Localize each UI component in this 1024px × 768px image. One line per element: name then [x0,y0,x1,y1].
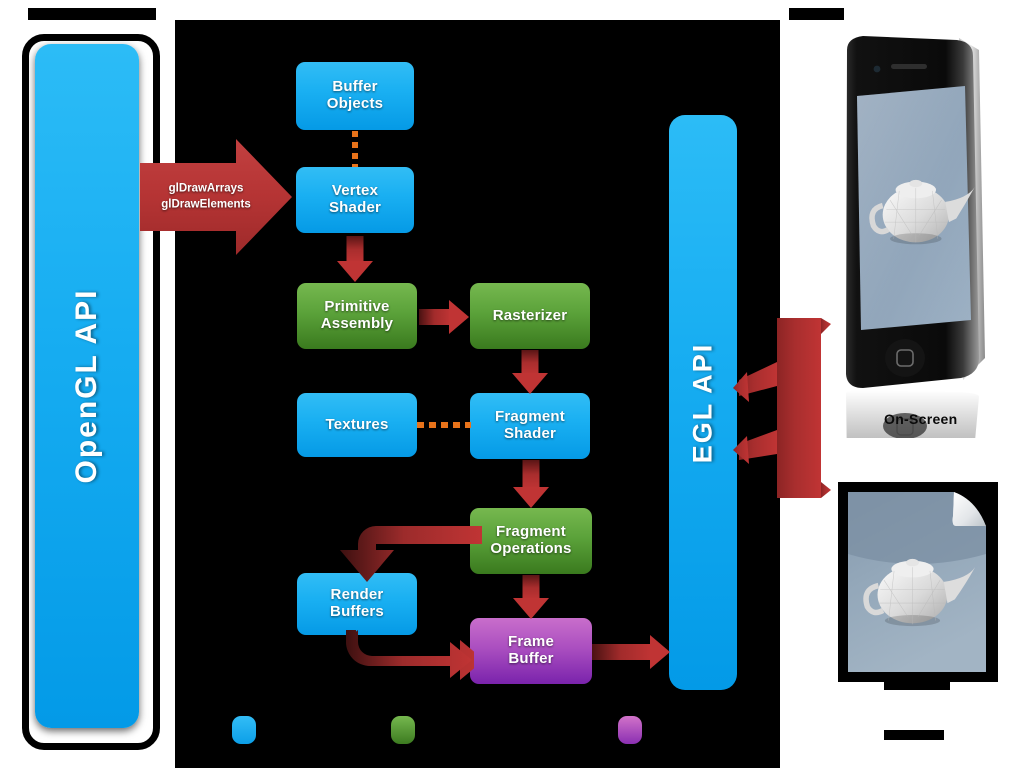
on-screen-device-art [833,28,1001,468]
buffer-objects-line1: Buffer [332,78,378,96]
egl-api-label: EGL API [687,342,718,463]
node-buffer-objects[interactable]: Buffer Objects [296,62,414,130]
render-buffers-line2: Buffers [330,603,384,620]
gl-draw-arrow: glDrawArrays glDrawElements [140,137,292,257]
opengl-api-rail[interactable]: OpenGL API [35,44,139,728]
fragment-operations-line1: Fragment [496,523,566,541]
diagram-canvas: OpenGL API EGL API glDrawArrays glDrawEl… [0,0,1024,768]
fragment-shader-line2: Shader [503,425,557,442]
arrow-operations-to-render-buffers [336,524,482,586]
arrow-operations-to-frame-buffer [513,575,549,619]
legend-swatch-blue [232,716,256,744]
output-title-strip [789,8,844,20]
render-buffers-line1: Render [330,586,384,604]
gl-draw-arrow-label: glDrawArrays glDrawElements [146,181,266,212]
gl-draw-arrays-text: glDrawArrays [168,182,244,195]
offscreen-title-strip [884,730,944,740]
vertex-shader-line1: Vertex [331,182,379,200]
gl-draw-elements-text: glDrawElements [161,198,251,210]
node-vertex-shader[interactable]: Vertex Shader [296,167,414,233]
buffer-to-vertex-dashed-link [352,131,358,167]
primitive-assembly-line1: Primitive [324,298,390,316]
arrow-rasterizer-to-fragment-shader [512,350,548,394]
legend-swatch-green [391,716,415,744]
buffer-objects-line2: Objects [326,95,384,112]
egl-api-rail[interactable]: EGL API [669,115,737,690]
off-screen-document-art [836,482,1000,690]
arrow-fragment-shader-to-operations [513,460,549,508]
fragment-operations-line2: Operations [490,540,572,557]
primitive-assembly-line2: Assembly [320,315,394,332]
opengl-api-label: OpenGL API [70,288,103,484]
arrow-render-buffers-to-frame-buffer [346,630,474,680]
arrow-frame-buffer-to-egl [592,635,670,669]
frame-buffer-line2: Buffer [508,650,554,667]
node-fragment-shader[interactable]: Fragment Shader [470,393,590,459]
rasterizer-line1: Rasterizer [492,306,568,324]
fragment-shader-line1: Fragment [495,408,565,426]
textures-to-fragment-shader-dashed-link [417,422,471,428]
arrow-vertex-to-primitive [337,236,373,282]
opengl-title-strip [28,8,156,20]
textures-line1: Textures [325,415,389,433]
arrow-primitive-to-rasterizer [419,300,469,334]
vertex-shader-line2: Shader [328,199,382,216]
node-frame-buffer[interactable]: Frame Buffer [470,618,592,684]
frame-buffer-line1: Frame [507,633,555,651]
arrow-egl-to-outputs-bracket [733,318,833,498]
node-primitive-assembly[interactable]: Primitive Assembly [297,283,417,349]
on-screen-label: On-Screen [884,411,958,427]
legend-swatch-purple [618,716,642,744]
node-rasterizer[interactable]: Rasterizer [470,283,590,349]
node-fragment-operations[interactable]: Fragment Operations [470,508,592,574]
node-textures[interactable]: Textures [297,393,417,457]
